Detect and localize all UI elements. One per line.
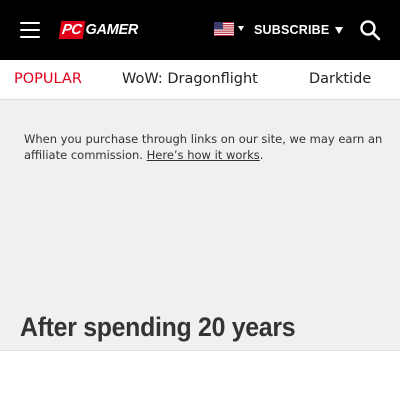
bottom-overlay-panel xyxy=(0,350,400,400)
trending-nav: POPULAR WoW: Dragonflight Darktide xyxy=(0,60,400,100)
logo-pc: PC xyxy=(58,21,85,39)
site-header: PC GAMER SUBSCRIBE xyxy=(0,0,400,60)
site-logo[interactable]: PC GAMER xyxy=(58,20,139,40)
affiliate-disclosure: When you purchase through links on our s… xyxy=(24,131,384,163)
nav-item-darktide[interactable]: Darktide xyxy=(309,60,371,99)
hamburger-menu-icon[interactable] xyxy=(20,22,40,38)
subscribe-button[interactable]: SUBSCRIBE xyxy=(254,21,344,39)
search-icon[interactable] xyxy=(359,19,381,41)
affiliate-link[interactable]: Here’s how it works xyxy=(147,148,260,162)
article-headline: After spending 20 years xyxy=(20,312,296,342)
chevron-down-icon xyxy=(335,26,344,34)
nav-item-wow-dragonflight[interactable]: WoW: Dragonflight xyxy=(122,60,258,99)
us-flag-icon[interactable] xyxy=(214,22,234,36)
subscribe-label: SUBSCRIBE xyxy=(254,23,330,37)
logo-gamer: GAMER xyxy=(85,22,139,38)
affiliate-suffix: . xyxy=(259,148,264,162)
region-chevron-down-icon[interactable] xyxy=(238,26,244,31)
nav-item-popular[interactable]: POPULAR xyxy=(14,60,82,99)
